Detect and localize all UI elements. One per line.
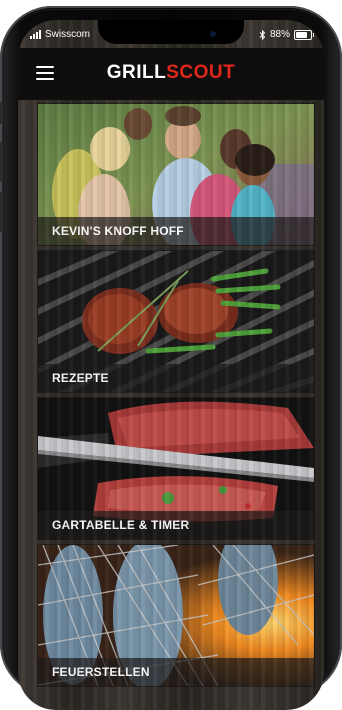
notch <box>98 20 244 44</box>
tile-label: KEVIN'S KNOFF HOFF <box>38 217 314 245</box>
phone-frame: Swisscom 88% GRILLSCOUT KEVIN'S KNOFF HO… <box>0 6 342 710</box>
app-screen: Swisscom 88% GRILLSCOUT KEVIN'S KNOFF HO… <box>18 20 324 710</box>
app-header: GRILLSCOUT <box>18 48 324 100</box>
battery-icon <box>294 29 314 40</box>
signal-icon <box>30 30 41 39</box>
app-logo: GRILLSCOUT <box>106 62 236 83</box>
tile-kevins-knoff-hoff[interactable]: KEVIN'S KNOFF HOFF <box>38 104 314 245</box>
battery-percent: 88% <box>269 29 290 40</box>
carrier-info: Swisscom <box>30 29 90 40</box>
tile-gartabelle-timer[interactable]: GARTABELLE & TIMER <box>38 398 314 539</box>
tile-label: GARTABELLE & TIMER <box>38 511 314 539</box>
mute-switch <box>0 102 3 124</box>
tile-label: FEUERSTELLEN <box>38 658 314 686</box>
volume-down-button <box>0 192 3 232</box>
bluetooth-icon <box>259 29 266 40</box>
tile-label: REZEPTE <box>38 364 314 392</box>
tile-feuerstellen[interactable]: FEUERSTELLEN <box>38 545 314 686</box>
tile-rezepte[interactable]: REZEPTE <box>38 251 314 392</box>
camera-icon <box>210 31 216 37</box>
volume-up-button <box>0 142 3 182</box>
carrier-name: Swisscom <box>45 29 91 40</box>
status-right: 88% <box>259 29 314 40</box>
